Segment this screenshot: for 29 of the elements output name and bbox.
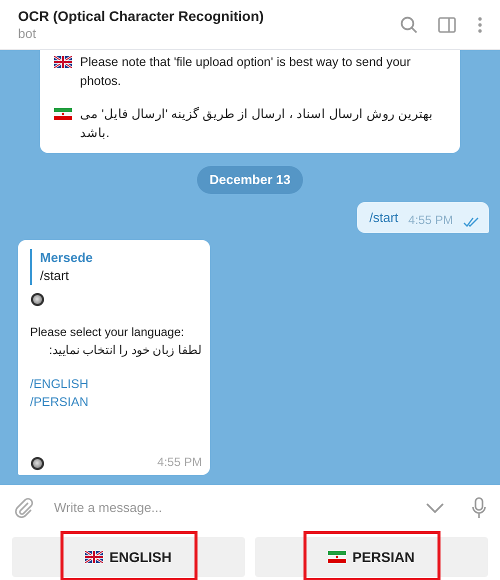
uk-flag-icon bbox=[54, 56, 72, 68]
paperclip-icon[interactable] bbox=[14, 496, 34, 518]
date-badge: December 13 bbox=[196, 166, 304, 194]
chevron-down-icon[interactable] bbox=[426, 502, 444, 512]
message-time: 4:55 PM bbox=[408, 212, 453, 229]
keyboard-button[interactable]: PERSIAN bbox=[255, 537, 488, 577]
command-link[interactable]: /ENGLISH bbox=[30, 375, 88, 393]
command-link[interactable]: /PERSIAN bbox=[30, 393, 88, 411]
more-icon[interactable] bbox=[478, 16, 482, 32]
message-text: لطفا زبان خود را انتخاب نمایید: bbox=[48, 342, 202, 359]
message-text: Please note that 'file upload option' is best way to send your photos. bbox=[80, 54, 412, 90]
message-time: 4:55 PM bbox=[157, 454, 202, 471]
chat-subtitle: bot bbox=[18, 24, 38, 42]
ball-icon bbox=[30, 456, 45, 471]
message-text: بهترین روش ارسال اسناد ، ارسال از طریق گزینه 'ارسال فایل' می باشد. bbox=[80, 106, 434, 142]
sidebar-icon[interactable] bbox=[438, 16, 456, 32]
microphone-icon[interactable] bbox=[472, 496, 486, 518]
uk-flag-icon bbox=[85, 551, 104, 563]
reply-author: Mersede bbox=[40, 249, 94, 267]
ball-icon bbox=[30, 292, 45, 307]
iran-flag-icon bbox=[54, 108, 72, 120]
reply-text: /start bbox=[40, 267, 70, 285]
keyboard-button[interactable]: ENGLISH bbox=[12, 537, 245, 577]
search-icon[interactable] bbox=[400, 16, 418, 34]
iran-flag-icon bbox=[328, 551, 346, 563]
message-text: /start bbox=[369, 208, 398, 226]
chat-title: OCR (Optical Character Recognition) bbox=[18, 6, 265, 24]
message-text: Please select your language: bbox=[30, 324, 186, 341]
message-input[interactable]: Write a message... bbox=[54, 498, 426, 518]
